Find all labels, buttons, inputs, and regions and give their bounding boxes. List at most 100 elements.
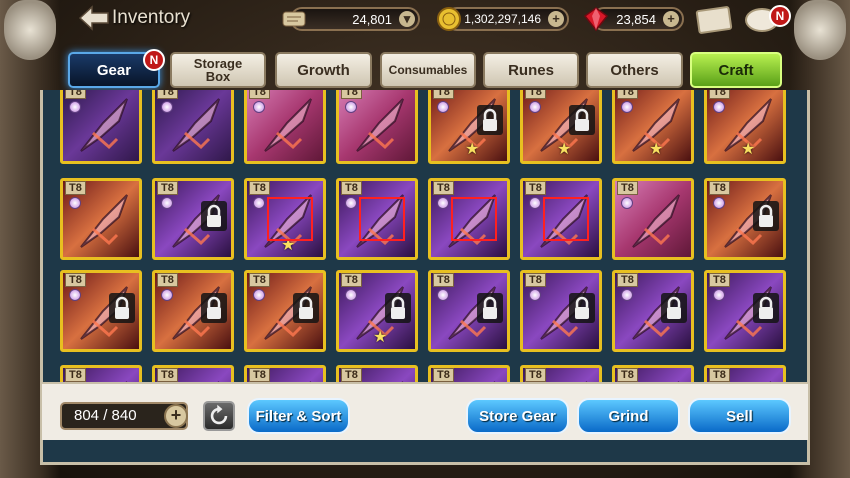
gear-item[interactable]: T8	[520, 270, 602, 352]
tier-label: T8	[525, 273, 546, 287]
mail-icon[interactable]	[695, 5, 733, 35]
gem-icon	[713, 197, 725, 209]
gear-item[interactable]: T8	[60, 270, 142, 352]
gear-item[interactable]: T8	[704, 270, 786, 352]
tier-label: T8	[341, 273, 362, 287]
gear-item[interactable]: T8	[244, 365, 326, 382]
lock-icon	[569, 293, 595, 323]
scroll-dropdown-button[interactable]: ▾	[399, 11, 415, 27]
gear-item[interactable]: T8 ★	[336, 270, 418, 352]
gear-item[interactable]: T8	[612, 178, 694, 260]
gear-item[interactable]: T8	[612, 365, 694, 382]
gem-icon	[253, 197, 265, 209]
gear-item[interactable]: T8	[336, 178, 418, 260]
lock-icon	[753, 201, 779, 231]
ruby-resource: 23,854 +	[583, 7, 684, 32]
gear-item[interactable]: T8	[428, 365, 510, 382]
gear-item[interactable]: T8	[336, 365, 418, 382]
ruby-add-button[interactable]: +	[663, 11, 679, 27]
tab-growth[interactable]: Growth	[275, 52, 372, 88]
tab-others[interactable]: Others	[586, 52, 683, 88]
refresh-button[interactable]	[203, 401, 235, 431]
gear-item[interactable]: T8 ★	[520, 90, 602, 164]
gem-icon	[437, 197, 449, 209]
gear-item[interactable]: T8	[428, 270, 510, 352]
tier-label: T8	[157, 368, 178, 382]
gear-item[interactable]: T8	[336, 90, 418, 164]
gear-new-badge: N	[143, 49, 165, 71]
grind-button[interactable]: Grind	[577, 398, 680, 434]
gear-item[interactable]: T8	[520, 178, 602, 260]
selection-highlight	[543, 197, 589, 241]
star-icon: ★	[741, 141, 756, 158]
gear-item[interactable]: T8 ★	[244, 178, 326, 260]
gear-item[interactable]: T8	[60, 365, 142, 382]
tier-label: T8	[617, 368, 638, 382]
gem-icon	[345, 101, 357, 113]
gear-item[interactable]: T8	[152, 365, 234, 382]
gear-item[interactable]: T8	[60, 178, 142, 260]
tab-runes[interactable]: Runes	[483, 52, 579, 88]
tier-label: T8	[157, 273, 178, 287]
lock-icon	[753, 293, 779, 323]
gear-item[interactable]: T8	[520, 365, 602, 382]
tier-label: T8	[433, 90, 454, 99]
gem-icon	[69, 197, 81, 209]
gem-icon	[161, 289, 173, 301]
gear-item[interactable]: T8 ★	[612, 90, 694, 164]
lock-icon	[201, 201, 227, 231]
gem-icon	[437, 101, 449, 113]
tier-label: T8	[617, 273, 638, 287]
lock-icon	[385, 293, 411, 323]
tier-label: T8	[65, 273, 86, 287]
gear-item[interactable]: T8	[428, 178, 510, 260]
tier-label: T8	[525, 368, 546, 382]
gem-icon	[69, 289, 81, 301]
gem-icon	[161, 197, 173, 209]
scroll-count: 24,801	[352, 12, 392, 27]
tier-label: T8	[341, 368, 362, 382]
tier-label: T8	[525, 181, 546, 195]
star-icon: ★	[649, 141, 664, 158]
tier-label: T8	[249, 181, 270, 195]
gear-item[interactable]: T8 ★	[428, 90, 510, 164]
gem-icon	[713, 289, 725, 301]
gear-grid: T8 T8 T8 T8 T8 ★ T8 ★ T8 ★ T8 ★ T8 T8 T8 ★ T8 T8 T8 T8 T8 T8 T…	[52, 90, 800, 382]
lock-icon	[293, 293, 319, 323]
gear-item[interactable]: T8	[244, 90, 326, 164]
back-button[interactable]	[78, 5, 110, 31]
expand-inventory-button[interactable]: +	[164, 404, 188, 428]
filter-sort-button[interactable]: Filter & Sort	[247, 398, 350, 434]
tab-storage-box[interactable]: Storage Box	[170, 52, 266, 88]
gear-item[interactable]: T8	[152, 90, 234, 164]
tier-label: T8	[709, 273, 730, 287]
category-tabs: Gear Storage Box Growth Consumables Rune…	[65, 50, 785, 90]
gem-icon	[345, 197, 357, 209]
gem-icon	[69, 101, 81, 113]
gear-item[interactable]: T8 ★	[704, 90, 786, 164]
tab-consumables[interactable]: Consumables	[380, 52, 476, 88]
gear-item[interactable]: T8	[152, 178, 234, 260]
gear-item[interactable]: T8	[612, 270, 694, 352]
lock-icon	[477, 105, 503, 135]
gem-icon	[253, 101, 265, 113]
lock-icon	[477, 293, 503, 323]
tier-label: T8	[433, 273, 454, 287]
selection-highlight	[451, 197, 497, 241]
angel-statue-left	[4, 0, 56, 60]
gear-item[interactable]: T8	[704, 178, 786, 260]
tab-craft[interactable]: Craft	[690, 52, 782, 88]
store-gear-button[interactable]: Store Gear	[466, 398, 569, 434]
sell-button[interactable]: Sell	[688, 398, 791, 434]
gear-item[interactable]: T8	[60, 90, 142, 164]
scroll-icon	[282, 11, 306, 27]
gear-item[interactable]: T8	[152, 270, 234, 352]
gear-item[interactable]: T8	[244, 270, 326, 352]
gold-add-button[interactable]: +	[548, 11, 564, 27]
gear-item[interactable]: T8	[704, 365, 786, 382]
weapon-icon	[632, 194, 680, 248]
tier-label: T8	[249, 273, 270, 287]
tier-label: T8	[525, 90, 546, 99]
gem-icon	[621, 197, 633, 209]
gold-count: 1,302,297,146	[464, 12, 541, 26]
